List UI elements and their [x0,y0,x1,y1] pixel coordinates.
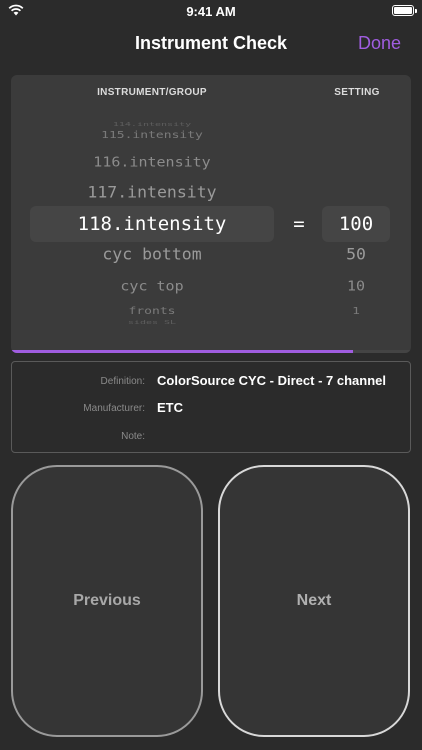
setting-value: 50 [346,245,366,264]
instrument-name: sides SL [127,320,177,326]
definition-value: ColorSource CYC - Direct - 7 channel [157,373,386,388]
instrument-name: cyc bottom [102,245,202,264]
progress-fill [11,350,353,353]
status-time: 9:41 AM [186,4,236,19]
progress-track [11,350,411,353]
picker-wheel[interactable]: 114.intensity 115.intensity 116.intensity 1… [11,75,411,353]
note-label: Note: [121,431,145,442]
equals-sign: = [293,213,305,235]
instrument-name: 117.intensity [87,183,217,202]
done-button[interactable]: Done [358,33,401,54]
picker-row[interactable]: cyc bottom 50 [11,243,411,268]
next-button[interactable]: Next [218,465,410,737]
battery-icon [392,5,417,16]
picker-row[interactable]: 115.intensity [11,127,411,146]
manufacturer-value: ETC [157,400,183,415]
setting-value: 100 [338,213,374,235]
picker-row[interactable]: 116.intensity [11,151,411,174]
definition-row: Definition: ColorSource CYC - Direct - 7… [12,371,412,391]
picker-row[interactable]: 117.intensity [11,181,411,206]
picker-row[interactable]: 118.intensity = 100 [11,211,411,237]
instrument-name: cyc top [120,278,184,294]
definition-label: Definition: [100,376,145,387]
previous-button[interactable]: Previous [11,465,203,737]
picker-row[interactable]: sides SL [11,317,411,330]
note-row: Note: [12,426,412,446]
instrument-name: 116.intensity [93,154,211,170]
manufacturer-label: Manufacturer: [83,403,145,414]
manufacturer-row: Manufacturer: ETC [12,398,412,418]
setting-value: 10 [346,278,366,294]
picker-row[interactable]: cyc top 10 [11,275,411,298]
instrument-name: 115.intensity [101,130,203,142]
instrument-name: 118.intensity [77,213,227,235]
status-bar: 9:41 AM [0,0,422,22]
instrument-info-panel: Definition: ColorSource CYC - Direct - 7… [11,361,411,453]
instrument-picker[interactable]: INSTRUMENT/GROUP SETTING 114.intensity 11… [11,75,411,353]
